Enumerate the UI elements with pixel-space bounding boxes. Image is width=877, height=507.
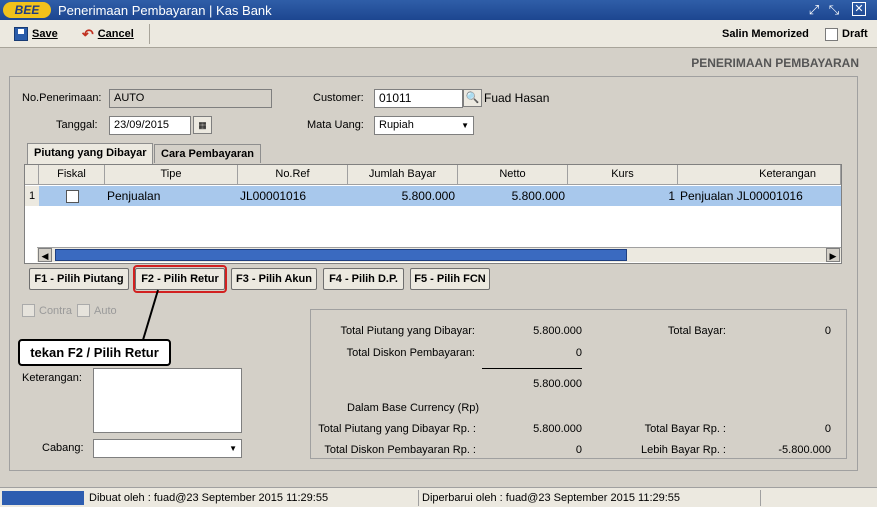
salin-memorized-label: Salin Memorized (722, 28, 809, 40)
cell-netto: 5.800.000 (511, 189, 565, 203)
customer-code-field[interactable]: 01011 (374, 89, 463, 108)
cell-keterangan: Penjualan JL00001016 (680, 189, 803, 203)
column-header-netto[interactable]: Netto (458, 165, 568, 185)
customer-label: Customer: (313, 92, 364, 104)
cell-tipe: Penjualan (107, 189, 161, 203)
save-button[interactable]: Save (14, 25, 58, 43)
cabang-label: Cabang: (42, 442, 84, 454)
total-piutang-label: Total Piutang yang Dibayar: (340, 325, 475, 337)
column-header-keterangan[interactable]: Keterangan (678, 165, 841, 185)
save-icon (14, 27, 28, 41)
instruction-callout: tekan F2 / Pilih Retur (18, 339, 171, 366)
subtotal-divider (482, 368, 582, 369)
search-icon[interactable]: 🔍 (463, 89, 482, 107)
status-divider (418, 490, 419, 506)
total-piutang-value: 5.800.000 (533, 325, 582, 337)
base-currency-label: Dalam Base Currency (Rp) (347, 402, 480, 414)
total-bayar-label: Total Bayar: (667, 325, 726, 337)
keterangan-label: Keterangan: (22, 372, 82, 384)
tab-piutang-yang-dibayar[interactable]: Piutang yang Dibayar (27, 143, 154, 164)
mata-uang-select[interactable]: Rupiah ▼ (374, 116, 474, 135)
row-number: 1 (25, 186, 39, 206)
pilih-fcn-button[interactable]: F5 - Pilih FCN (410, 268, 490, 290)
no-penerimaan-field[interactable]: AUTO (109, 89, 272, 108)
column-header-jumlah-bayar[interactable]: Jumlah Bayar (348, 165, 458, 185)
tanggal-label: Tanggal: (56, 119, 98, 131)
cancel-button[interactable]: ↶ Cancel (82, 25, 134, 43)
mata-uang-value: Rupiah (379, 119, 414, 131)
total-bayar-value: 0 (824, 325, 831, 337)
chevron-down-icon: ▼ (229, 444, 237, 453)
title-bar: BEE Penerimaan Pembayaran | Kas Bank ⤢ ⤡… (0, 0, 877, 20)
draft-label: Draft (842, 28, 868, 40)
contra-label: Contra (39, 305, 73, 317)
status-divider (760, 490, 761, 506)
cell-no-ref: JL00001016 (240, 189, 307, 203)
window-title: Penerimaan Pembayaran | Kas Bank (58, 3, 272, 18)
cabang-select[interactable]: ▼ (93, 439, 242, 458)
status-bar: Dibuat oleh : fuad@23 September 2015 11:… (0, 487, 877, 507)
total-diskon-rp-value: 0 (575, 444, 582, 456)
draft-checkbox[interactable]: Draft (825, 25, 868, 43)
page-title: PENERIMAAN PEMBAYARAN (691, 56, 859, 70)
column-header-kurs[interactable]: Kurs (568, 165, 678, 185)
cancel-label: Cancel (97, 28, 134, 40)
pilih-akun-button[interactable]: F3 - Pilih Akun (231, 268, 317, 290)
auto-checkbox[interactable] (77, 304, 90, 317)
cell-kurs: 1 (668, 189, 675, 203)
column-header-fiskal[interactable]: Fiskal (39, 165, 105, 185)
close-icon[interactable]: ✕ (852, 2, 866, 16)
fiskal-checkbox[interactable] (66, 190, 79, 203)
horizontal-scrollbar[interactable]: ◀ ▶ (37, 247, 841, 262)
restore-icon[interactable]: ⤢ (806, 2, 822, 18)
undo-icon: ↶ (82, 25, 94, 42)
toolbar: Save ↶ Cancel Salin Memorized Draft (0, 20, 877, 48)
scroll-right-icon[interactable]: ▶ (826, 248, 840, 262)
total-diskon-value: 0 (575, 347, 582, 359)
total-bayar-rp-label: Total Bayar Rp. : (644, 423, 726, 435)
draft-check-box[interactable] (825, 27, 838, 41)
total-piutang-rp-value: 5.800.000 (533, 423, 582, 435)
column-header-tipe[interactable]: Tipe (105, 165, 238, 185)
total-piutang-rp-label: Total Piutang yang Dibayar Rp. : (318, 423, 476, 435)
mata-uang-label: Mata Uang: (307, 119, 364, 131)
row-number-header (25, 165, 39, 185)
toolbar-divider (149, 24, 150, 44)
auto-label: Auto (94, 305, 117, 317)
app-logo: BEE (3, 2, 51, 18)
keterangan-textarea[interactable] (93, 368, 242, 433)
salin-memorized-button[interactable]: Salin Memorized (722, 25, 809, 43)
callout-pointer (142, 289, 159, 341)
lebih-bayar-rp-label: Lebih Bayar Rp. : (641, 444, 726, 456)
total-bayar-rp-value: 0 (824, 423, 831, 435)
subtotal-value: 5.800.000 (533, 378, 582, 390)
pilih-dp-button[interactable]: F4 - Pilih D.P. (323, 268, 404, 290)
contra-checkbox[interactable] (22, 304, 35, 317)
status-progress (2, 491, 84, 505)
customer-name: Fuad Hasan (484, 91, 550, 105)
updated-by-text: Diperbarui oleh : fuad@23 September 2015… (422, 492, 681, 504)
save-label: Save (32, 28, 58, 40)
cell-jumlah-bayar: 5.800.000 (401, 189, 455, 203)
tab-cara-pembayaran[interactable]: Cara Pembayaran (154, 144, 261, 163)
maximize-icon[interactable]: ⤡ (826, 2, 842, 18)
pilih-piutang-button[interactable]: F1 - Pilih Piutang (29, 268, 129, 290)
created-by-text: Dibuat oleh : fuad@23 September 2015 11:… (89, 492, 329, 504)
scroll-left-icon[interactable]: ◀ (38, 248, 52, 262)
lebih-bayar-rp-value: -5.800.000 (778, 444, 831, 456)
no-penerimaan-label: No.Penerimaan: (22, 92, 102, 104)
tanggal-field[interactable]: 23/09/2015 (109, 116, 191, 135)
calendar-icon[interactable]: ▦ (193, 116, 212, 134)
column-header-no-ref[interactable]: No.Ref (238, 165, 348, 185)
total-diskon-label: Total Diskon Pembayaran: (346, 347, 475, 359)
total-diskon-rp-label: Total Diskon Pembayaran Rp. : (324, 444, 476, 456)
scroll-thumb[interactable] (55, 249, 627, 261)
chevron-down-icon: ▼ (461, 121, 469, 130)
